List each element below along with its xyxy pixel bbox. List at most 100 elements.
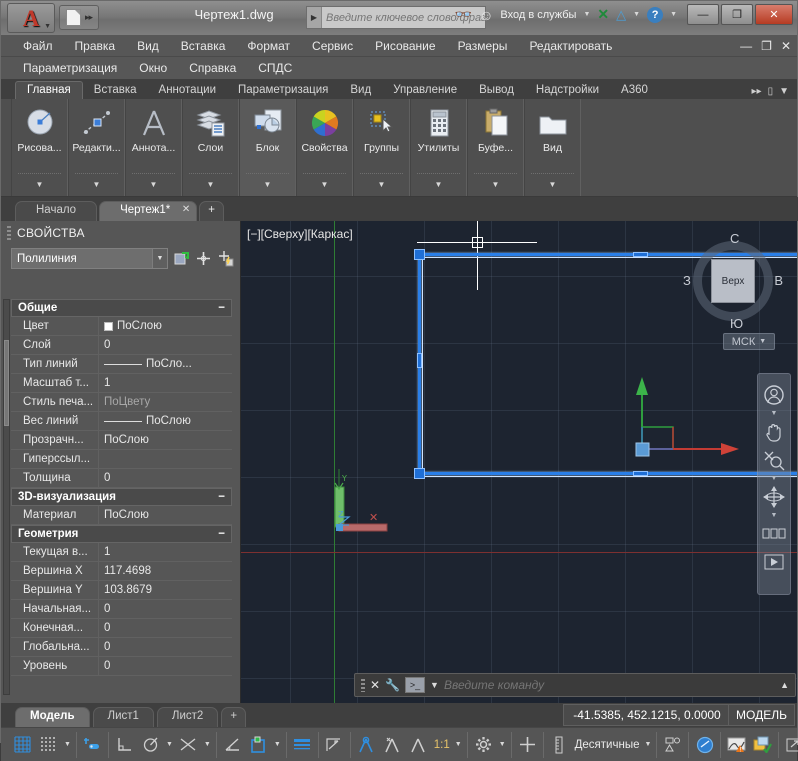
close-button[interactable]: ✕ bbox=[755, 4, 793, 25]
property-row[interactable]: Материал ПоСлою bbox=[11, 506, 232, 525]
annotation-icon[interactable] bbox=[137, 107, 171, 139]
showmotion-play-icon[interactable] bbox=[761, 549, 787, 575]
units-label[interactable]: Десятичные bbox=[575, 739, 640, 751]
menu-item-4[interactable]: Формат bbox=[247, 39, 290, 53]
a360-chevron-icon[interactable]: ▼ bbox=[633, 11, 640, 18]
command-line-settings-icon[interactable]: 🔧 bbox=[385, 678, 400, 692]
file-tab-add-button[interactable]: + bbox=[199, 201, 224, 221]
property-value-cell[interactable]: ПоЦвету bbox=[99, 393, 232, 411]
command-prompt-icon[interactable]: >_ bbox=[405, 677, 426, 693]
ribbon-tab-2[interactable]: Аннотации bbox=[148, 82, 227, 99]
coordinate-display[interactable]: -41.5385, 452.1215, 0.0000 bbox=[563, 704, 731, 726]
zoom-magnifier-icon[interactable] bbox=[761, 447, 787, 473]
section-collapse-icon[interactable]: − bbox=[218, 491, 225, 503]
layout-tab-модель[interactable]: Модель bbox=[15, 707, 90, 727]
hardware-accel-icon[interactable] bbox=[752, 734, 773, 755]
property-row[interactable]: Прозрачн... ПоСлою bbox=[11, 431, 232, 450]
palette-grip-icon[interactable] bbox=[7, 226, 11, 240]
pan-hand-icon[interactable] bbox=[761, 419, 787, 445]
property-value-cell[interactable]: 0 bbox=[99, 619, 232, 637]
signin-label[interactable]: Вход в службы bbox=[500, 9, 576, 21]
ribbon-overflow-icon[interactable]: ▸▸ bbox=[752, 86, 762, 97]
units-chevron-icon[interactable]: ▼ bbox=[644, 741, 651, 748]
layout-add-button[interactable]: + bbox=[221, 707, 247, 727]
section-collapse-icon[interactable]: − bbox=[218, 302, 225, 314]
layers-icon[interactable] bbox=[194, 107, 228, 139]
polyline-grip-midpoint-top[interactable] bbox=[633, 252, 648, 257]
quick-select-icon[interactable] bbox=[217, 250, 234, 268]
quick-access-toolbar[interactable]: ▸▸ bbox=[59, 5, 100, 30]
property-row[interactable]: Масштаб т... 1 bbox=[11, 374, 232, 393]
panel-expand-chevron-icon[interactable]: ▼ bbox=[378, 180, 386, 189]
menu2-item-1[interactable]: Окно bbox=[139, 61, 167, 75]
viewcube[interactable]: Верх С Ю З В bbox=[683, 231, 783, 331]
properties-section-header[interactable]: Общие − bbox=[11, 299, 232, 317]
panel-expand-chevron-icon[interactable]: ▼ bbox=[435, 180, 443, 189]
search-binoculars-icon[interactable]: 👓 bbox=[455, 6, 472, 23]
snap-mode-icon[interactable] bbox=[38, 734, 59, 755]
workspace-chevron-icon[interactable]: ▼ bbox=[499, 741, 506, 748]
ortho-mode-icon[interactable] bbox=[114, 734, 135, 755]
workspace-gear-icon[interactable] bbox=[473, 734, 494, 755]
ribbon-minimize-chevron-icon[interactable]: ▼ bbox=[779, 86, 789, 97]
panel-expand-chevron-icon[interactable]: ▼ bbox=[321, 180, 329, 189]
block-icon[interactable] bbox=[251, 107, 285, 139]
command-line-close-icon[interactable]: ✕ bbox=[370, 678, 380, 692]
ribbon-tab-4[interactable]: Вид bbox=[339, 82, 382, 99]
application-menu-button[interactable]: A ▼ bbox=[7, 3, 55, 33]
ribbon-panel-вид[interactable]: Вид ▼ bbox=[524, 99, 581, 196]
file-tab-start[interactable]: Начало bbox=[15, 201, 98, 221]
draw-icon[interactable] bbox=[23, 107, 57, 139]
infer-constraints-icon[interactable] bbox=[82, 734, 103, 755]
panel-expand-chevron-icon[interactable]: ▼ bbox=[93, 180, 101, 189]
file-tab-close-icon[interactable]: ✕ bbox=[182, 204, 190, 215]
property-row[interactable]: Конечная... 0 bbox=[11, 619, 232, 638]
menu-item-8[interactable]: Редактировать bbox=[529, 39, 612, 53]
properties-icon[interactable] bbox=[308, 107, 342, 139]
polyline-grip-top-left[interactable] bbox=[414, 249, 425, 260]
property-row[interactable]: Начальная... 0 bbox=[11, 600, 232, 619]
zoom-chevron-icon[interactable]: ▼ bbox=[771, 475, 778, 482]
property-value-cell[interactable]: ПоСлою bbox=[99, 317, 232, 335]
exchange-app-icon[interactable]: ✕ bbox=[597, 6, 609, 23]
isolate-objects-icon[interactable] bbox=[517, 734, 538, 755]
panel-expand-chevron-icon[interactable]: ▼ bbox=[549, 180, 557, 189]
command-history-icon[interactable]: ▲ bbox=[780, 680, 789, 690]
annotation-scale-label[interactable]: 1:1 bbox=[434, 739, 450, 751]
ribbon-panel-свойства[interactable]: Свойства ▼ bbox=[296, 99, 353, 196]
user-account-icon[interactable]: ☺ bbox=[479, 7, 493, 23]
mdi-close-icon[interactable]: ✕ bbox=[781, 39, 791, 53]
qat-more-icon[interactable]: ▸▸ bbox=[85, 12, 93, 23]
ribbon-panel-рисова[interactable]: Рисова... ▼ bbox=[11, 99, 68, 196]
ribbon-panel-аннота[interactable]: Аннота... ▼ bbox=[125, 99, 182, 196]
select-objects-icon[interactable] bbox=[195, 250, 212, 268]
panel-expand-chevron-icon[interactable]: ▼ bbox=[207, 180, 215, 189]
property-value-cell[interactable]: ПоСлою bbox=[99, 431, 232, 449]
properties-scrollbar[interactable] bbox=[3, 299, 10, 695]
polar-tracking-icon[interactable] bbox=[140, 734, 161, 755]
ribbon-tab-7[interactable]: Надстройки bbox=[525, 82, 610, 99]
ribbon-panel-группы[interactable]: Группы ▼ bbox=[353, 99, 410, 196]
ribbon-panel-блок[interactable]: Блок ▼ bbox=[239, 99, 296, 196]
viewcube-east-label[interactable]: В bbox=[774, 273, 783, 288]
steering-wheel-icon[interactable] bbox=[761, 382, 787, 408]
ribbon-tab-0[interactable]: Главная bbox=[15, 81, 83, 99]
prompt-chevron-icon[interactable]: ▼ bbox=[430, 680, 439, 690]
layout-tab-лист1[interactable]: Лист1 bbox=[92, 707, 154, 727]
property-value-cell[interactable]: ПоСлою bbox=[99, 506, 232, 524]
ribbon-panel-редакти[interactable]: Редакти... ▼ bbox=[68, 99, 125, 196]
osnap-chevron-icon[interactable]: ▼ bbox=[274, 741, 281, 748]
properties-section-header[interactable]: 3D-визуализация − bbox=[11, 488, 232, 506]
annotation-scale-change-icon[interactable] bbox=[382, 734, 403, 755]
annotation-monitor-icon[interactable] bbox=[408, 734, 429, 755]
object-snap-icon[interactable] bbox=[248, 734, 269, 755]
menu-item-5[interactable]: Сервис bbox=[312, 39, 353, 53]
property-row[interactable]: Гиперссыл... bbox=[11, 450, 232, 469]
lineweight-icon[interactable] bbox=[292, 734, 313, 755]
annotation-visibility-icon[interactable] bbox=[356, 734, 377, 755]
ribbon-panel-утилиты[interactable]: Утилиты ▼ bbox=[410, 99, 467, 196]
viewcube-north-label[interactable]: С bbox=[730, 231, 739, 246]
steering-wheel-chevron-icon[interactable]: ▼ bbox=[771, 410, 778, 417]
ribbon-tab-1[interactable]: Вставка bbox=[83, 82, 148, 99]
object-snap-tracking-icon[interactable] bbox=[178, 734, 199, 755]
